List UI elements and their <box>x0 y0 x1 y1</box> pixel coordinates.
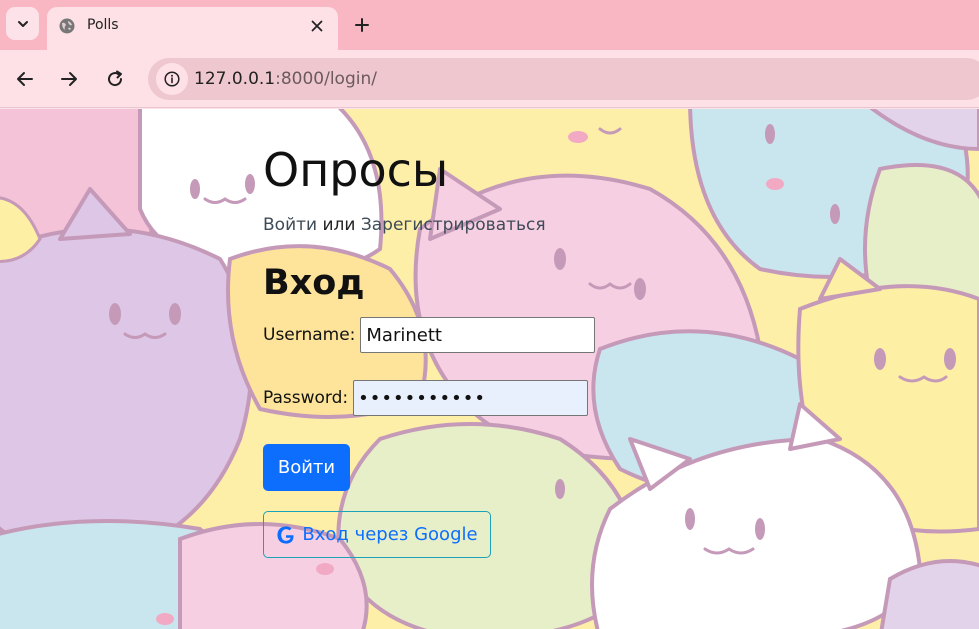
username-row: Username: <box>263 317 596 353</box>
address-bar[interactable]: 127.0.0.1:8000/login/ <box>148 58 979 100</box>
google-login-label: Вход через Google <box>302 524 478 545</box>
plus-icon <box>355 18 369 32</box>
page-viewport: Опросы Войти или Зарегистрироваться Вход… <box>0 109 979 629</box>
password-input[interactable] <box>353 380 589 416</box>
url-text[interactable]: 127.0.0.1:8000/login/ <box>194 69 377 89</box>
password-row: Password: <box>263 380 589 416</box>
chevron-down-icon <box>17 20 28 27</box>
back-arrow-icon <box>17 72 33 86</box>
url-host: 127.0.0.1 <box>194 69 276 89</box>
tab-title: Polls <box>87 17 119 33</box>
auth-links: Войти или Зарегистрироваться <box>263 215 546 235</box>
google-login-button[interactable]: Вход через Google <box>263 511 491 558</box>
tab-close-button[interactable] <box>306 15 328 37</box>
close-icon <box>311 20 323 32</box>
forward-arrow-icon <box>61 72 77 86</box>
info-icon <box>164 71 180 87</box>
tab-strip: Polls <box>0 0 979 50</box>
auth-separator: или <box>317 215 361 235</box>
browser-toolbar: 127.0.0.1:8000/login/ <box>0 50 979 108</box>
site-info-button[interactable] <box>156 63 188 95</box>
reload-icon <box>108 70 123 87</box>
tab-search-button[interactable] <box>6 7 39 40</box>
url-path: :8000/login/ <box>275 69 377 89</box>
globe-icon <box>59 18 75 34</box>
google-icon <box>277 525 294 544</box>
username-input[interactable] <box>360 317 596 353</box>
page-title: Опросы <box>263 143 449 197</box>
reload-button[interactable] <box>99 63 131 95</box>
username-label: Username: <box>263 325 356 345</box>
login-link[interactable]: Войти <box>263 215 317 235</box>
back-button[interactable] <box>9 63 41 95</box>
forward-button[interactable] <box>53 63 85 95</box>
new-tab-button[interactable] <box>348 11 376 39</box>
password-label: Password: <box>263 388 349 408</box>
login-button[interactable]: Войти <box>263 444 350 491</box>
form-title: Вход <box>263 263 365 303</box>
tab-polls[interactable]: Polls <box>47 7 338 50</box>
register-link[interactable]: Зарегистрироваться <box>361 215 546 235</box>
